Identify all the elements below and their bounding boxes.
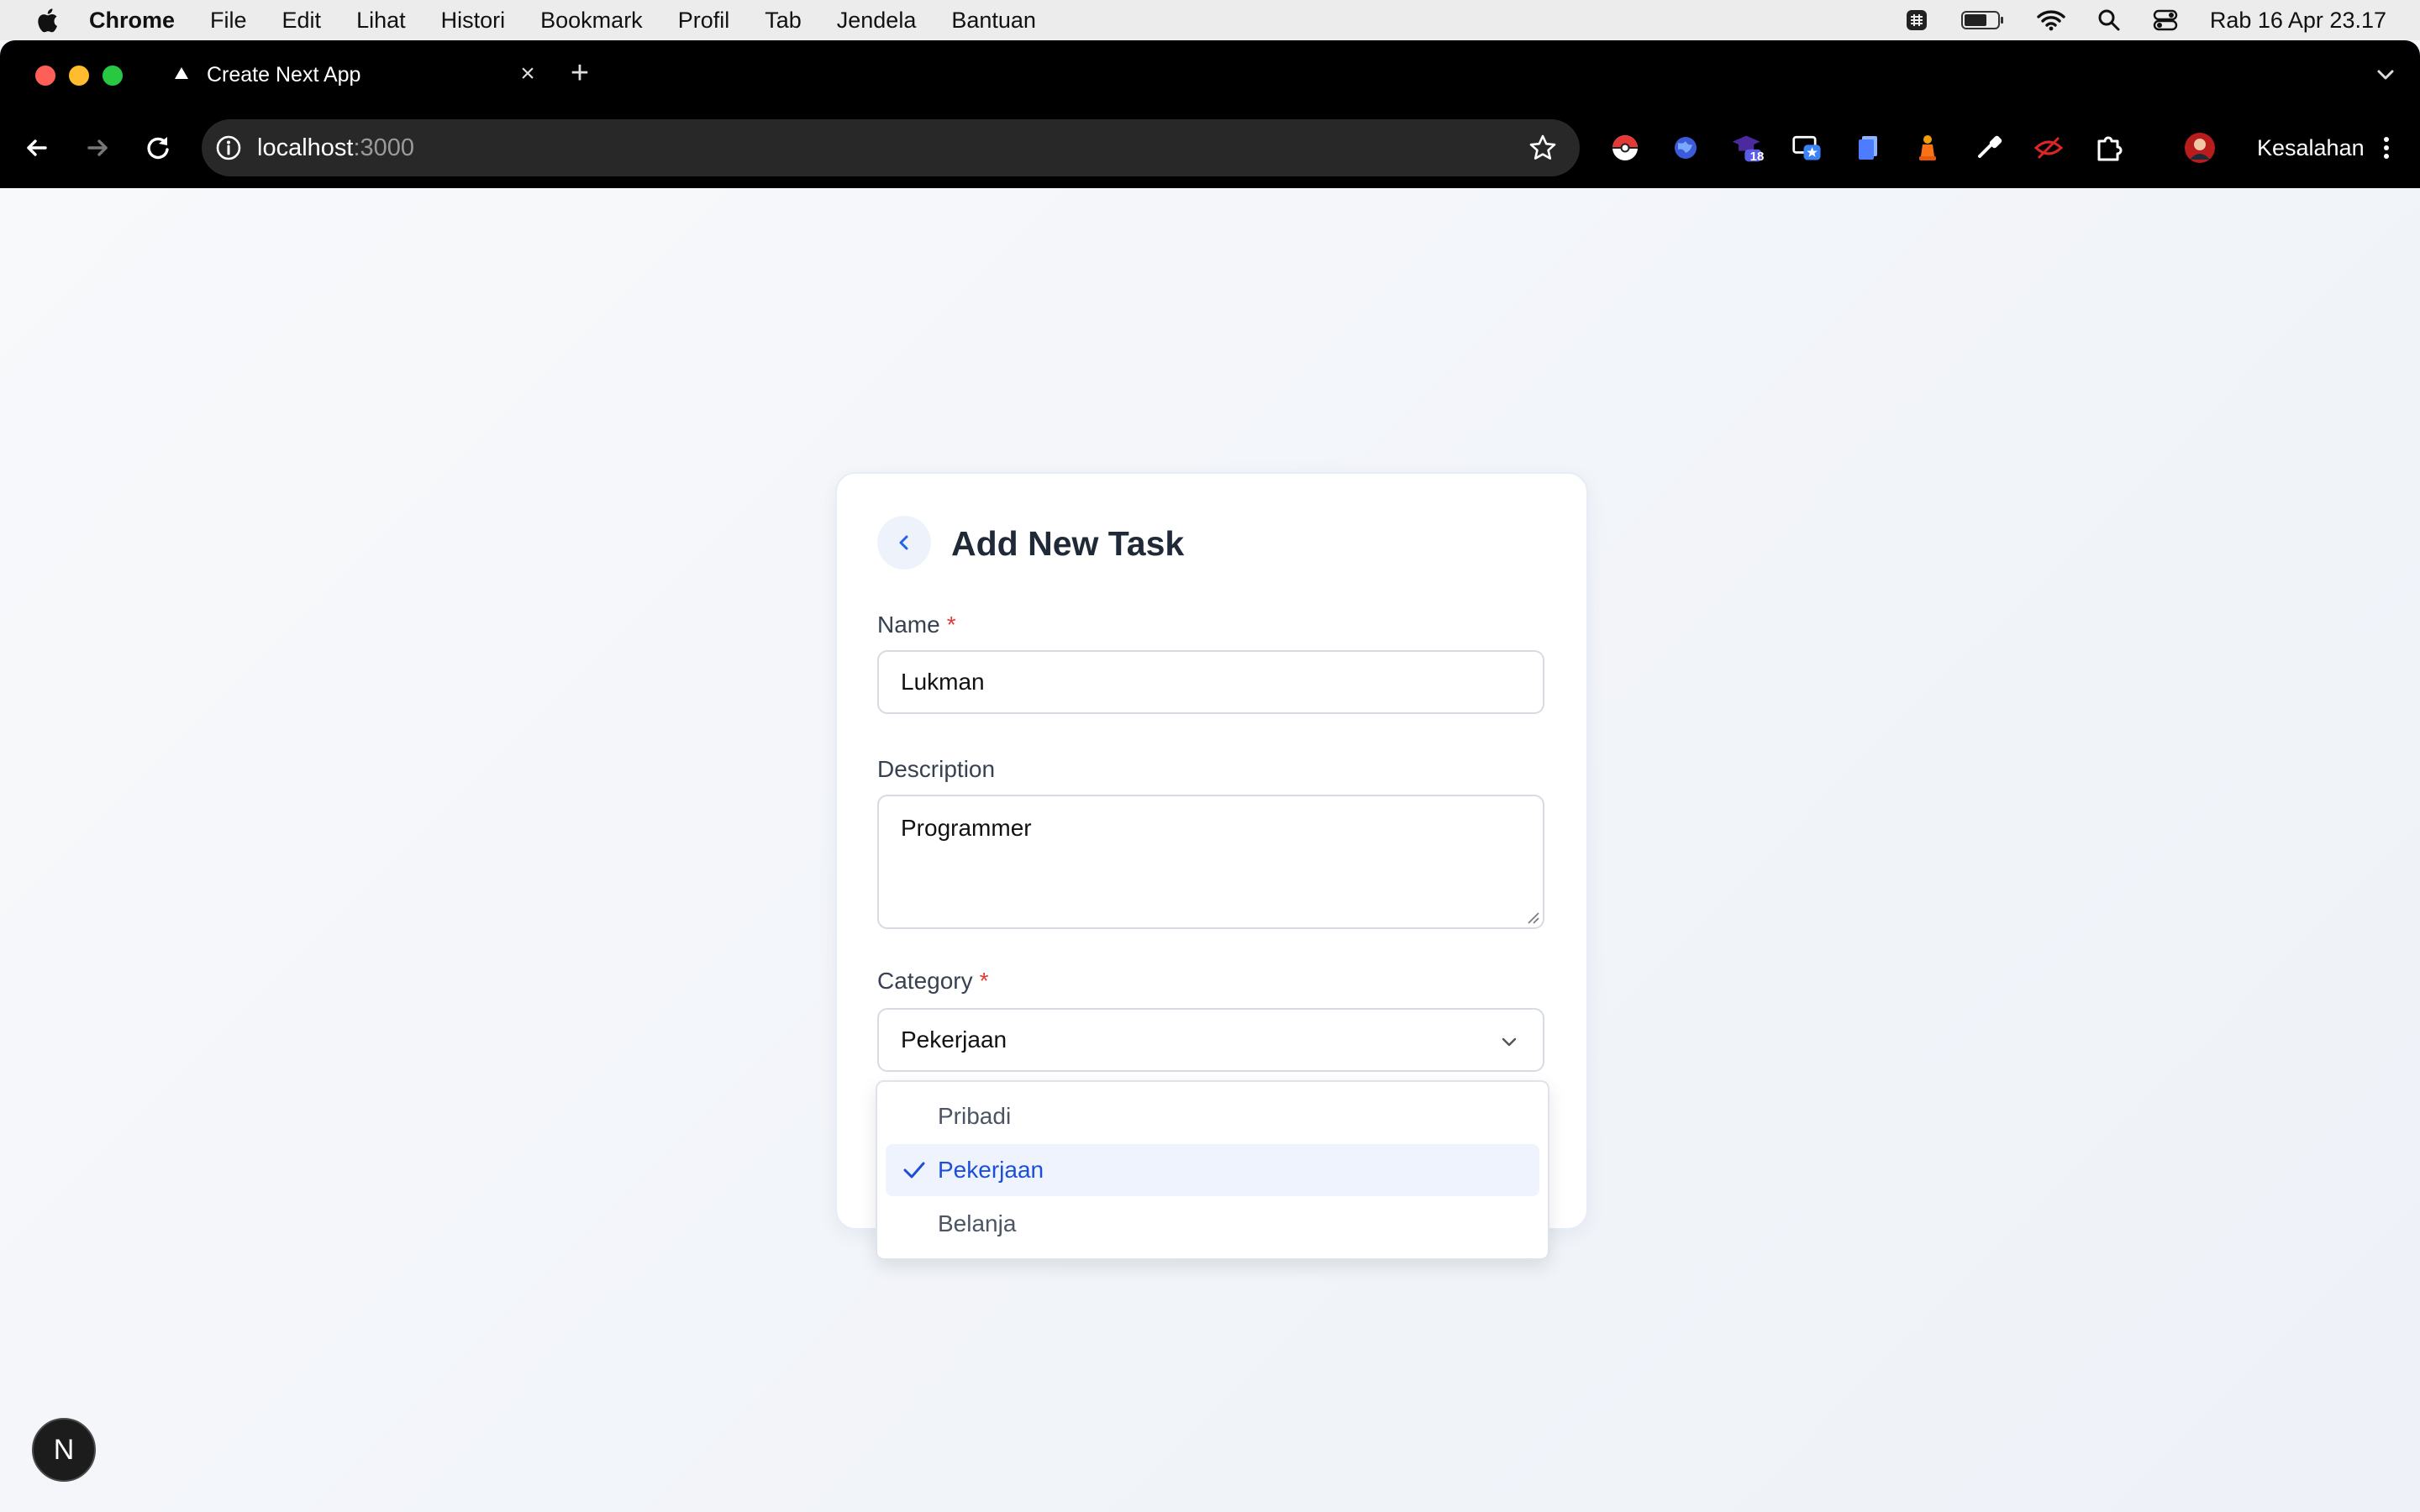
tab-close-icon[interactable]: × bbox=[513, 59, 543, 89]
menubar-status-area: Rab 16 Apr 23.17 bbox=[1904, 0, 2386, 40]
menu-file[interactable]: File bbox=[210, 8, 247, 34]
name-label-text: Name bbox=[877, 612, 940, 638]
menu-window[interactable]: Jendela bbox=[837, 8, 917, 34]
menu-view[interactable]: Lihat bbox=[356, 8, 406, 34]
category-selected-value: Pekerjaan bbox=[901, 1026, 1007, 1053]
chrome-menu-kebab-icon[interactable] bbox=[2371, 133, 2402, 163]
chevron-down-icon bbox=[1502, 1037, 1517, 1047]
window-zoom-button[interactable] bbox=[103, 66, 123, 86]
chevron-left-icon bbox=[899, 535, 908, 550]
option-label: Pribadi bbox=[938, 1103, 1012, 1129]
extension-badge-count: 18 bbox=[1749, 150, 1765, 164]
menu-history[interactable]: Histori bbox=[441, 8, 506, 34]
hidden-eye-extension-icon[interactable] bbox=[2032, 131, 2065, 165]
nextjs-logo-letter: N bbox=[53, 1433, 75, 1466]
macos-menubar: Chrome File Edit Lihat Histori Bookmark … bbox=[0, 0, 2420, 40]
option-pribadi[interactable]: Pribadi bbox=[886, 1090, 1539, 1142]
checkmark-icon bbox=[903, 1162, 925, 1179]
window-minimize-button[interactable] bbox=[69, 66, 89, 86]
resize-handle-icon[interactable] bbox=[1526, 911, 1539, 924]
window-close-button[interactable] bbox=[35, 66, 55, 86]
wifi-icon[interactable] bbox=[2037, 9, 2065, 31]
tab-title: Create Next App bbox=[207, 62, 361, 87]
option-label: Pekerjaan bbox=[938, 1157, 1044, 1183]
name-field-label: Name * bbox=[877, 612, 956, 638]
tab-search-chevron-icon[interactable] bbox=[2371, 60, 2400, 89]
url-host: localhost bbox=[257, 134, 354, 161]
option-belanja[interactable]: Belanja bbox=[886, 1198, 1539, 1250]
apple-logo-icon[interactable] bbox=[34, 6, 59, 34]
url-port: :3000 bbox=[353, 134, 415, 161]
page-content: Add New Task Name * Lukman Description Pr… bbox=[0, 188, 2420, 1512]
required-asterisk: * bbox=[946, 612, 956, 638]
description-value: Programmer bbox=[901, 815, 1032, 841]
new-tab-button[interactable]: + bbox=[565, 57, 595, 89]
menu-bookmarks[interactable]: Bookmark bbox=[540, 8, 643, 34]
keyboard-input-icon[interactable] bbox=[1904, 8, 1929, 33]
description-textarea[interactable]: Programmer bbox=[877, 795, 1544, 929]
extensions-puzzle-icon[interactable] bbox=[2092, 131, 2126, 165]
category-select[interactable]: Pekerjaan bbox=[877, 1008, 1544, 1072]
required-asterisk: * bbox=[979, 968, 989, 994]
chess-piece-extension-icon[interactable] bbox=[1911, 131, 1944, 165]
documents-extension-icon[interactable] bbox=[1852, 131, 1886, 165]
menu-profiles[interactable]: Profil bbox=[678, 8, 730, 34]
menu-app-name[interactable]: Chrome bbox=[89, 8, 175, 34]
back-button[interactable] bbox=[877, 516, 931, 570]
vercel-triangle-icon bbox=[175, 67, 188, 79]
reload-icon[interactable] bbox=[141, 131, 175, 165]
address-bar[interactable]: localhost:3000 bbox=[202, 119, 1580, 176]
menu-tab[interactable]: Tab bbox=[765, 8, 802, 34]
menu-edit[interactable]: Edit bbox=[282, 8, 322, 34]
back-arrow-icon[interactable] bbox=[20, 131, 54, 165]
globe-extension-icon[interactable] bbox=[1669, 131, 1702, 165]
bookmark-star-icon[interactable] bbox=[1528, 133, 1558, 163]
category-label-text: Category bbox=[877, 968, 973, 994]
page-title: Add New Task bbox=[951, 524, 1185, 563]
pokeball-extension-icon[interactable] bbox=[1608, 131, 1642, 165]
battery-icon[interactable] bbox=[1960, 9, 2005, 31]
forward-arrow-icon[interactable] bbox=[81, 131, 114, 165]
menubar-clock[interactable]: Rab 16 Apr 23.17 bbox=[2210, 8, 2386, 34]
site-info-icon[interactable] bbox=[215, 134, 242, 161]
profile-error-label[interactable]: Kesalahan bbox=[2257, 131, 2365, 165]
tab-create-next-app[interactable]: Create Next App × bbox=[156, 49, 546, 101]
category-field-label: Category * bbox=[877, 968, 989, 995]
description-field-label: Description bbox=[877, 756, 996, 782]
option-pekerjaan[interactable]: Pekerjaan bbox=[886, 1144, 1539, 1196]
category-dropdown-listbox: Pribadi Pekerjaan Belanja bbox=[876, 1080, 1549, 1260]
name-input[interactable]: Lukman bbox=[877, 650, 1544, 714]
nextjs-dev-indicator-button[interactable]: N bbox=[32, 1418, 96, 1482]
picture-in-picture-extension-icon[interactable] bbox=[1791, 131, 1825, 165]
option-label: Belanja bbox=[938, 1210, 1017, 1236]
profile-avatar-icon[interactable] bbox=[2183, 131, 2217, 165]
menu-help[interactable]: Bantuan bbox=[951, 8, 1036, 34]
color-picker-extension-icon[interactable] bbox=[1971, 131, 2005, 165]
control-center-icon[interactable] bbox=[2153, 8, 2178, 32]
spotlight-search-icon[interactable] bbox=[2097, 8, 2121, 32]
